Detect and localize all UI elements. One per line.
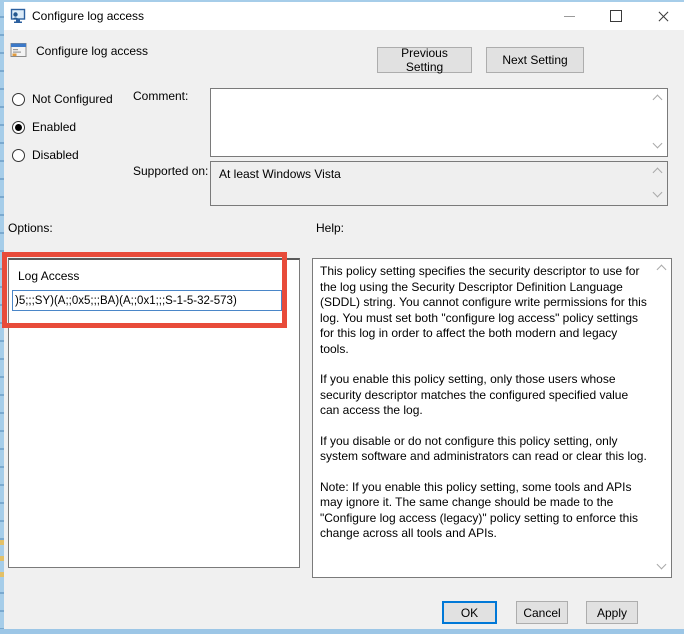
- supported-on-label: Supported on:: [133, 164, 208, 178]
- window-title: Configure log access: [32, 9, 144, 23]
- background-tree-mark: [0, 556, 4, 561]
- help-text: This policy setting specifies the securi…: [320, 264, 647, 573]
- radio-label: Enabled: [32, 120, 76, 134]
- supported-on-value: At least Windows Vista: [219, 167, 341, 181]
- scroll-down-icon[interactable]: [657, 560, 667, 570]
- background-tree-mark: [0, 572, 4, 577]
- radio-label: Not Configured: [32, 92, 113, 106]
- apply-button[interactable]: Apply: [586, 601, 638, 624]
- ok-button[interactable]: OK: [442, 601, 497, 624]
- help-label: Help:: [316, 221, 344, 235]
- next-setting-button[interactable]: Next Setting: [486, 47, 584, 73]
- close-icon: [657, 10, 670, 23]
- log-access-label: Log Access: [18, 269, 79, 283]
- maximize-button[interactable]: [599, 2, 633, 30]
- close-button[interactable]: [646, 2, 680, 30]
- options-label: Options:: [8, 221, 53, 235]
- maximize-icon: [610, 10, 622, 22]
- background-window-bottom-edge: [0, 629, 684, 634]
- help-panel: This policy setting specifies the securi…: [312, 258, 672, 578]
- radio-label: Disabled: [32, 148, 79, 162]
- configure-log-access-dialog: Configure log access Configure log acces…: [0, 0, 684, 634]
- radio-disabled[interactable]: Disabled: [12, 148, 79, 162]
- help-paragraph: This policy setting specifies the securi…: [320, 264, 647, 357]
- log-access-input[interactable]: [12, 290, 282, 311]
- help-paragraph: If you enable this policy setting, only …: [320, 372, 647, 419]
- radio-circle-icon: [12, 93, 25, 106]
- scroll-down-icon[interactable]: [653, 188, 663, 198]
- comment-label: Comment:: [133, 89, 188, 103]
- radio-enabled[interactable]: Enabled: [12, 120, 76, 134]
- setting-window-icon: [10, 41, 28, 59]
- radio-not-configured[interactable]: Not Configured: [12, 92, 113, 106]
- scroll-up-icon[interactable]: [653, 168, 663, 178]
- policy-setting-icon: [10, 8, 26, 24]
- cancel-button[interactable]: Cancel: [516, 601, 568, 624]
- comment-input[interactable]: [211, 89, 667, 156]
- supported-on-box: At least Windows Vista: [210, 161, 668, 206]
- help-paragraph: If you disable or do not configure this …: [320, 434, 647, 465]
- title-bar: Configure log access: [4, 2, 684, 30]
- setting-name: Configure log access: [36, 44, 148, 58]
- minimize-button[interactable]: [552, 2, 586, 30]
- options-panel: Log Access: [8, 258, 300, 568]
- radio-circle-icon: [12, 121, 25, 134]
- scroll-up-icon[interactable]: [657, 265, 667, 275]
- background-window-left-edge: [0, 0, 4, 634]
- previous-setting-button[interactable]: Previous Setting: [377, 47, 472, 73]
- radio-circle-icon: [12, 149, 25, 162]
- background-tree-mark: [0, 540, 4, 545]
- minimize-icon: [564, 16, 575, 17]
- help-paragraph: Note: If you enable this policy setting,…: [320, 480, 647, 542]
- comment-box: [210, 88, 668, 157]
